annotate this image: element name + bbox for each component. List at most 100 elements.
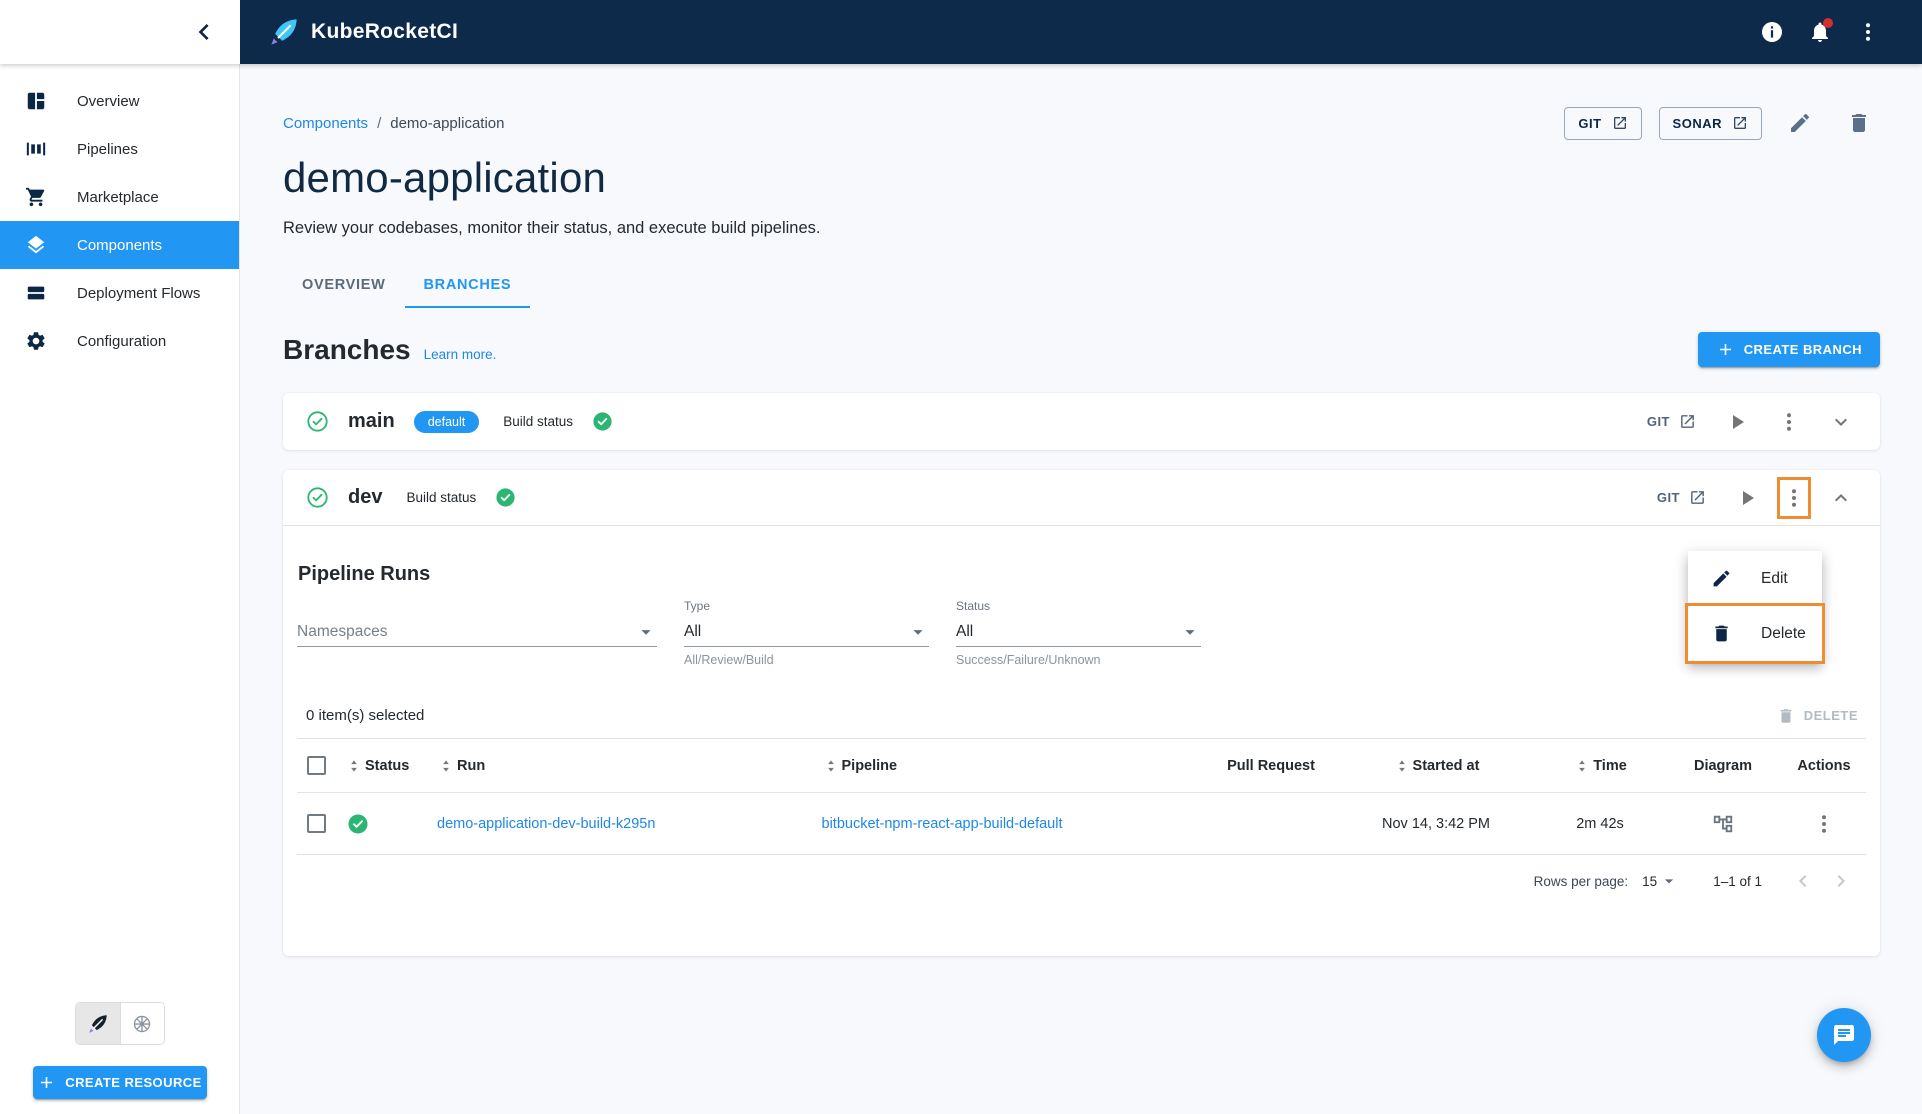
status-filter-label: Status <box>956 599 991 613</box>
trash-icon <box>1847 111 1871 135</box>
branches-heading: Branches <box>283 333 411 365</box>
expand-branch-button[interactable] <box>1822 403 1860 441</box>
rows-per-page-select[interactable]: 15 <box>1642 871 1679 891</box>
chevron-right-icon <box>1829 869 1853 893</box>
topbar-main: KubeRocketCI <box>240 0 1922 64</box>
build-branch-button[interactable] <box>1728 479 1766 517</box>
tab-overview[interactable]: OVERVIEW <box>283 264 405 308</box>
sidebar-nav: Overview Pipelines Marketplace Component… <box>0 64 239 365</box>
topbar: KubeRocketCI <box>0 0 1922 64</box>
breadcrumb-current: demo-application <box>390 114 505 132</box>
sidebar: Overview Pipelines Marketplace Component… <box>0 64 240 1114</box>
column-run[interactable]: Run <box>437 757 822 775</box>
column-status[interactable]: Status <box>345 757 437 775</box>
column-label: Pipeline <box>841 757 898 774</box>
diagram-button[interactable] <box>1704 805 1742 843</box>
row-checkbox[interactable] <box>307 814 326 833</box>
topbar-menu-button[interactable] <box>1848 12 1888 52</box>
notification-badge <box>1823 18 1833 28</box>
create-resource-button[interactable]: CREATE RESOURCE <box>32 1066 207 1099</box>
column-time[interactable]: Time <box>1536 757 1664 775</box>
page-subtitle: Review your codebases, monitor their sta… <box>283 219 821 237</box>
info-button[interactable] <box>1752 12 1792 52</box>
sidebar-bottom: CREATE RESOURCE <box>0 1002 239 1114</box>
edit-component-button[interactable] <box>1779 102 1821 144</box>
pipelines-icon <box>25 138 47 160</box>
pipeline-link[interactable]: bitbucket-npm-react-app-build-default <box>822 816 1063 832</box>
view-toggle-group <box>74 1002 165 1045</box>
chat-fab-button[interactable] <box>1817 1008 1871 1062</box>
kebab-icon <box>1777 410 1801 434</box>
sidebar-item-marketplace[interactable]: Marketplace <box>0 173 239 221</box>
tab-branches[interactable]: BRANCHES <box>404 264 531 308</box>
breadcrumb: Components / demo-application <box>283 115 504 132</box>
namespaces-select[interactable]: Namespaces <box>297 617 657 647</box>
delete-selected-button[interactable]: DELETE <box>1777 707 1858 725</box>
menu-item-edit[interactable]: Edit <box>1688 551 1822 606</box>
sidebar-item-configuration[interactable]: Configuration <box>0 317 239 365</box>
column-label: Run <box>457 757 486 774</box>
chat-icon <box>1832 1023 1856 1047</box>
build-branch-button[interactable] <box>1718 403 1756 441</box>
branch-name: dev <box>348 486 383 508</box>
pencil-icon <box>1711 568 1732 589</box>
notifications-button[interactable] <box>1800 12 1840 52</box>
column-label: Status <box>365 757 410 774</box>
column-pipeline[interactable]: Pipeline <box>822 757 1207 775</box>
build-status-label: Build status <box>503 414 574 429</box>
breadcrumb-components-link[interactable]: Components <box>283 115 368 132</box>
sonar-button-label: SONAR <box>1672 115 1722 131</box>
type-select[interactable]: All <box>684 617 929 647</box>
column-label: Time <box>1593 757 1627 774</box>
run-actions-menu-button[interactable] <box>1805 805 1843 843</box>
topbar-actions <box>1752 12 1888 52</box>
pipeline-runs-filters: Namespaces Type All All/Review/Build Sta… <box>297 599 1866 667</box>
pipeline-runs-heading: Pipeline Runs <box>298 563 431 585</box>
column-started-at[interactable]: Started at <box>1336 757 1536 775</box>
sidebar-item-pipelines[interactable]: Pipelines <box>0 125 239 173</box>
external-link-icon <box>1732 115 1748 131</box>
kubernetes-icon <box>131 1013 153 1035</box>
branch-git-link[interactable]: GIT <box>1657 489 1706 506</box>
kubernetes-view-toggle[interactable] <box>119 1003 164 1044</box>
default-branch-chip: default <box>413 410 480 433</box>
rocket-logo-icon <box>268 16 300 48</box>
chevron-up-icon <box>1829 486 1853 510</box>
sidebar-item-deployment-flows[interactable]: Deployment Flows <box>0 269 239 317</box>
column-label: Diagram <box>1693 757 1753 774</box>
column-pull-request: Pull Request <box>1206 758 1336 774</box>
sort-icon <box>1573 757 1591 775</box>
sidebar-item-label: Deployment Flows <box>77 284 201 302</box>
branch-card-dev: dev Build status GIT Pipeline Runs Names… <box>283 470 1880 956</box>
delete-component-button[interactable] <box>1838 102 1880 144</box>
status-select[interactable]: All <box>956 617 1201 647</box>
external-link-icon <box>1689 489 1706 506</box>
namespaces-filter: Namespaces <box>297 599 657 667</box>
table-header-row: Status Run Pipeline Pull Request Started… <box>297 739 1866 793</box>
sidebar-header <box>0 0 240 64</box>
branch-actions-menu-button[interactable] <box>1770 403 1808 441</box>
pagination-range: 1–1 of 1 <box>1713 873 1762 889</box>
create-branch-button[interactable]: CREATE BRANCH <box>1697 332 1880 367</box>
next-page-button[interactable] <box>1822 862 1860 900</box>
pagination: Rows per page: 15 1–1 of 1 <box>297 855 1866 907</box>
branch-git-link[interactable]: GIT <box>1647 413 1696 430</box>
previous-page-button[interactable] <box>1784 862 1822 900</box>
menu-item-delete[interactable]: Delete <box>1685 603 1825 664</box>
git-button-label: GIT <box>1578 115 1602 131</box>
pipeline-runs-table: Status Run Pipeline Pull Request Started… <box>297 739 1866 855</box>
select-all-checkbox[interactable] <box>307 756 326 775</box>
filter-label-spacer <box>297 599 657 617</box>
git-button[interactable]: GIT <box>1564 106 1642 140</box>
sidebar-collapse-button[interactable] <box>188 16 220 48</box>
branch-actions-menu-button-highlighted[interactable] <box>1777 476 1811 519</box>
collapse-branch-button[interactable] <box>1822 479 1860 517</box>
sidebar-item-components[interactable]: Components <box>0 221 239 269</box>
play-icon <box>1725 410 1749 434</box>
run-link[interactable]: demo-application-dev-build-k295n <box>437 816 655 832</box>
learn-more-link[interactable]: Learn more. <box>424 347 497 362</box>
rocket-view-toggle[interactable] <box>75 1003 120 1044</box>
pencil-icon <box>1788 111 1812 135</box>
sonar-button[interactable]: SONAR <box>1658 106 1762 140</box>
namespaces-placeholder: Namespaces <box>297 622 388 640</box>
